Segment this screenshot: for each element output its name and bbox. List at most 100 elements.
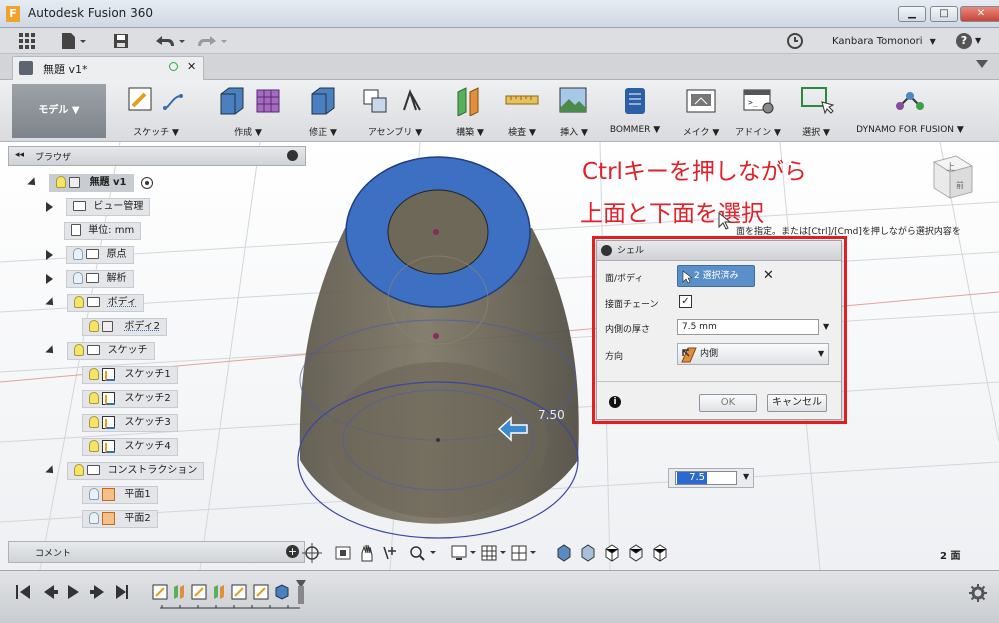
save-icon[interactable] <box>112 32 130 50</box>
tree-row-units[interactable]: 単位: mm <box>64 222 308 242</box>
tree-row-plane2[interactable]: 平面2 <box>82 510 308 530</box>
inspect-ruler-icon <box>505 95 539 105</box>
document-tab[interactable]: 無題 v1* ✕ <box>12 56 204 80</box>
collapse-icon <box>45 297 57 309</box>
shell-body-model[interactable] <box>290 150 590 550</box>
tree-label: ボディ <box>107 297 137 308</box>
app-grid-icon[interactable] <box>18 32 36 50</box>
tree-row-sketches[interactable]: スケッチ <box>45 342 308 362</box>
addins-script-icon: >_ <box>743 89 774 114</box>
tree-label: スケッチ3 <box>124 417 171 428</box>
close-window-button[interactable]: ✕ <box>960 6 999 22</box>
close-tab-button[interactable]: ✕ <box>187 60 196 73</box>
folder-icon <box>73 201 87 211</box>
viewcube-top-label: 上 <box>946 162 955 173</box>
tree-row-sketch4[interactable]: スケッチ4 <box>82 438 308 458</box>
tree-label: スケッチ <box>107 345 148 356</box>
user-menu-caret-icon: ▼ <box>929 37 936 46</box>
navigation-bar <box>300 541 700 565</box>
browser-minimize-icon[interactable] <box>287 150 298 161</box>
timeline-marker-icon <box>296 580 306 604</box>
timeline-sketch-icon <box>191 584 207 600</box>
add-comment-button[interactable]: + <box>286 545 299 558</box>
tree-row-origin[interactable]: 原点 <box>46 246 308 266</box>
plane-icon <box>102 511 116 525</box>
tab-dropdown-icon[interactable] <box>976 60 988 68</box>
tree-row-construction[interactable]: コンストラクション <box>45 462 308 482</box>
view-cube[interactable]: 上前 <box>916 150 976 210</box>
ribbon-group-insert[interactable]: 挿入 ▼ <box>552 86 596 138</box>
sketch-icon <box>102 439 116 453</box>
visibility-bulb-icon <box>74 296 85 308</box>
offset-arrow-handle[interactable] <box>495 414 531 444</box>
undo-icon[interactable] <box>152 32 185 50</box>
assembly-icon <box>363 88 421 113</box>
dimension-label: 7.50 <box>538 408 565 422</box>
timeline-settings-gear-icon[interactable] <box>968 583 988 606</box>
ribbon-label-select: 選択 ▼ <box>802 128 830 138</box>
visibility-bulb-icon <box>74 344 85 356</box>
timeline-features[interactable] <box>150 580 320 610</box>
document-name: 無題 v1* <box>43 63 88 76</box>
ribbon-group-bommer[interactable]: BOMMER ▼ <box>604 86 666 135</box>
help-icon[interactable]: ? <box>956 33 972 49</box>
bommer-scroll-icon <box>625 88 645 114</box>
visibility-bulb-icon <box>73 248 84 260</box>
tree-row-sketch2[interactable]: スケッチ2 <box>82 390 308 410</box>
ribbon-group-addins[interactable]: >_ アドイン ▼ <box>734 86 782 138</box>
visibility-bulb-icon <box>74 464 85 476</box>
user-account-menu[interactable]: Kanbara Tomonori ▼ <box>832 36 936 47</box>
dimension-input-box[interactable]: 7.5 ▼ <box>668 468 754 488</box>
browser-collapse-icon[interactable]: ◂◂ <box>15 150 24 160</box>
folder-icon <box>87 465 101 475</box>
timeline-plane-icon <box>174 585 184 599</box>
file-menu-icon[interactable] <box>60 32 86 50</box>
tree-row-view-manage[interactable]: ビュー管理 <box>46 198 308 218</box>
ribbon-label-addins: アドイン ▼ <box>735 128 781 138</box>
tree-row-plane1[interactable]: 平面1 <box>82 486 308 506</box>
annotation-line-2: 上面と下面を選択 <box>580 201 764 227</box>
ribbon-label-insert: 挿入 ▼ <box>560 128 588 138</box>
help-caret-icon[interactable]: ▼ <box>975 36 981 45</box>
ribbon-label-assembly: アセンブリ ▼ <box>367 128 423 138</box>
tree-row-sketch3[interactable]: スケッチ3 <box>82 414 308 434</box>
ribbon-group-create[interactable]: 作成 ▼ <box>210 86 286 138</box>
visibility-bulb-icon <box>56 176 67 188</box>
step-back-icon <box>44 585 58 599</box>
expand-icon <box>46 274 53 284</box>
tree-root-row[interactable]: 無題 v1 <box>27 174 308 194</box>
minimize-button[interactable]: ▁ <box>898 6 926 22</box>
document-icon <box>71 224 81 236</box>
visibility-bulb-icon <box>89 320 99 332</box>
redo-icon[interactable] <box>196 32 227 50</box>
ribbon-group-construct[interactable]: 構築 ▼ <box>446 86 494 138</box>
ribbon-group-modify[interactable]: 修正 ▼ <box>302 86 344 138</box>
tree-row-body2[interactable]: ボディ2 <box>82 318 308 338</box>
select-window-icon <box>801 87 835 115</box>
ribbon-group-select[interactable]: 選択 ▼ <box>792 86 840 138</box>
comments-label: コメント <box>35 549 72 559</box>
sketch-icon <box>102 367 116 381</box>
dimension-caret-icon[interactable]: ▼ <box>743 472 749 481</box>
modify-icon <box>311 87 335 115</box>
construct-plane-icon <box>457 87 479 117</box>
maximize-button[interactable]: □ <box>930 6 958 22</box>
tree-row-sketch1[interactable]: スケッチ1 <box>82 366 308 386</box>
ribbon-group-make[interactable]: メイク ▼ <box>678 86 724 138</box>
ribbon-group-inspect[interactable]: 検査 ▼ <box>500 86 544 138</box>
shaded-visual-style-icon <box>557 544 571 562</box>
tree-row-bodies[interactable]: ボディ <box>45 294 308 314</box>
ribbon-group-sketch[interactable]: スケッチ ▼ <box>118 86 194 138</box>
workspace-switcher[interactable]: モデル ▼ <box>12 84 106 138</box>
job-status-clock-icon[interactable] <box>786 32 804 50</box>
dimension-input-value[interactable]: 7.5 <box>677 472 707 484</box>
ribbon-group-assembly[interactable]: アセンブリ ▼ <box>356 86 434 138</box>
sketch-icon <box>102 415 116 429</box>
tree-label: 平面2 <box>124 513 151 524</box>
dynamo-graph-icon <box>896 92 924 110</box>
ribbon-group-dynamo[interactable]: DYNAMO FOR FUSION ▼ <box>852 86 968 135</box>
body-icon <box>102 320 114 332</box>
timeline-sketch-icon <box>231 584 247 600</box>
tree-row-analysis[interactable]: 解析 <box>46 270 308 290</box>
play-icon <box>68 585 79 599</box>
